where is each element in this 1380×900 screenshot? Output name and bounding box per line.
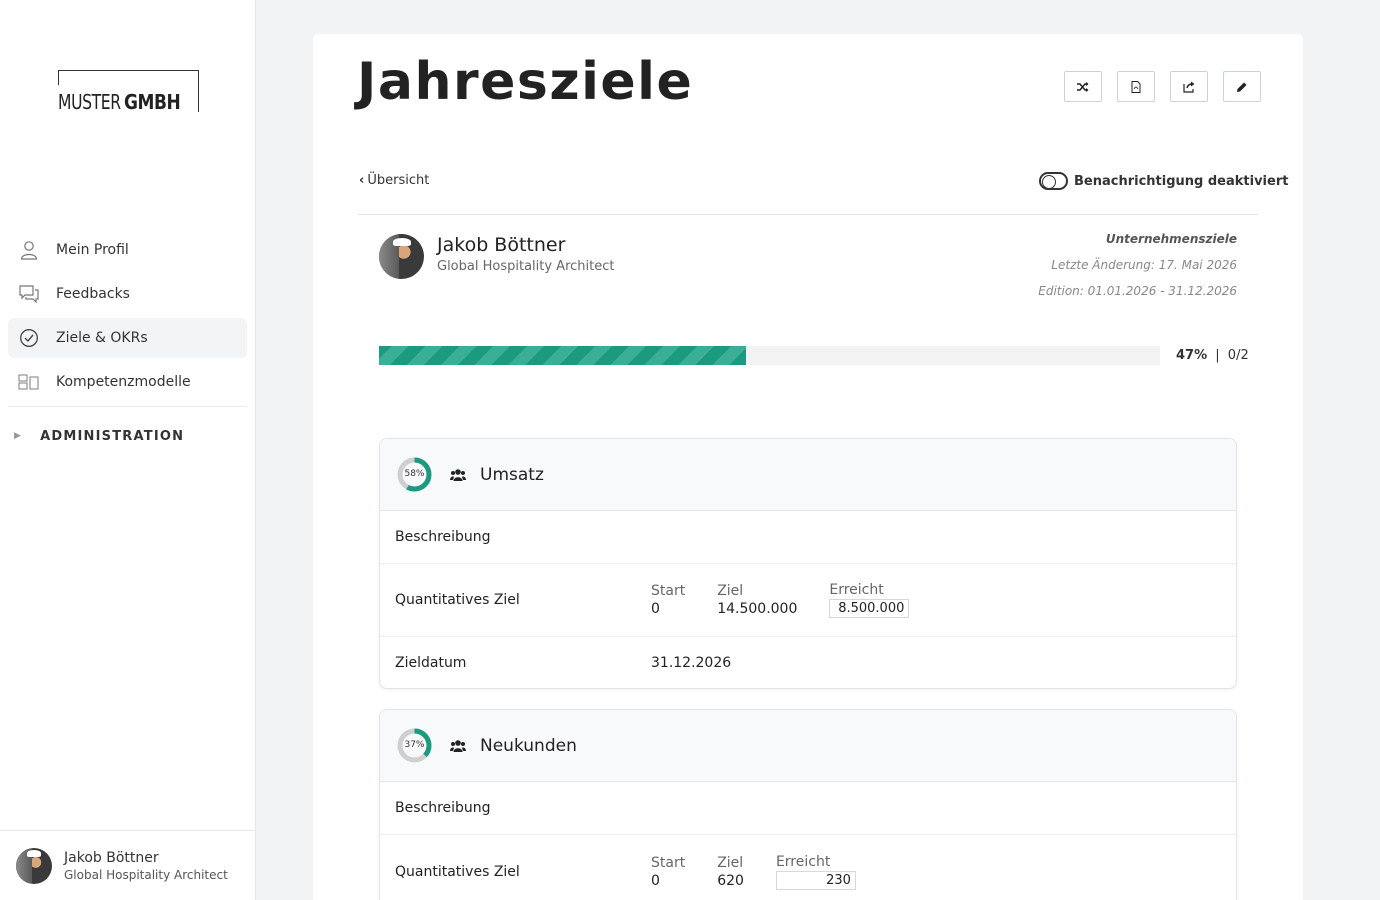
progress-count: 0/2 — [1227, 348, 1249, 363]
sidebar-item-feedbacks[interactable]: Feedbacks — [8, 274, 247, 314]
sidebar-divider — [8, 406, 247, 407]
achieved-column: Erreicht 8.500.000 — [829, 582, 910, 618]
page-title: Jahresziele — [357, 52, 694, 112]
check-circle-icon — [18, 327, 40, 349]
shuffle-button[interactable] — [1064, 71, 1102, 102]
blocks-icon — [18, 371, 40, 393]
achieved-header: Erreicht — [829, 582, 884, 598]
description-row: Beschreibung — [380, 511, 1236, 564]
goal-progress-donut: 37% — [396, 727, 433, 764]
edit-icon — [1237, 82, 1247, 92]
divider — [358, 214, 1258, 215]
goal-header[interactable]: 37% Neukunden — [380, 710, 1236, 782]
admin-label: ADMINISTRATION — [40, 428, 185, 444]
chevron-left-icon: ‹ — [359, 173, 365, 188]
quantitative-row: Quantitatives Ziel Start 0 Ziel 14.500.0… — [380, 564, 1236, 637]
last-change: Letzte Änderung: 17. Mai 2026 — [1051, 258, 1237, 272]
achieved-input[interactable]: 8.500.000 — [829, 599, 910, 618]
main-card: Jahresziele ‹ Übersicht Benachrichtigung … — [313, 34, 1303, 900]
shuffle-icon — [1077, 81, 1089, 92]
edit-button[interactable] — [1223, 71, 1261, 102]
target-value: 620 — [717, 872, 744, 889]
toggle-switch[interactable] — [1039, 172, 1068, 190]
user-name: Jakob Böttner — [64, 849, 159, 866]
chat-icon — [18, 283, 40, 305]
sidebar-item-label: Feedbacks — [56, 286, 130, 302]
edition: Edition: 01.01.2026 - 31.12.2026 — [1038, 284, 1237, 298]
sidebar-user-profile[interactable]: Jakob Böttner Global Hospitality Archite… — [0, 830, 256, 900]
sidebar-section-administration[interactable]: ▶ ADMINISTRATION — [8, 416, 247, 456]
start-header: Start — [651, 583, 686, 599]
users-icon — [450, 739, 466, 752]
sidebar-item-label: Mein Profil — [56, 242, 129, 258]
target-header: Ziel — [717, 583, 744, 599]
quantitative-row: Quantitatives Ziel Start 0 Ziel 620 Erre… — [380, 835, 1236, 900]
quantitative-label: Quantitatives Ziel — [395, 592, 520, 608]
share-icon — [1183, 81, 1195, 93]
avatar — [379, 234, 424, 279]
avatar — [16, 847, 52, 884]
start-column: Start 0 — [651, 583, 685, 617]
logo-text-light: MUSTER — [58, 90, 121, 114]
progress-label: 47% | 0/2 — [1176, 348, 1249, 363]
target-header: Ziel — [717, 854, 744, 871]
users-icon — [450, 468, 466, 481]
goal-progress-donut: 58% — [396, 456, 433, 493]
quantitative-label: Quantitatives Ziel — [395, 863, 520, 880]
notification-label: Benachrichtigung deaktiviert — [1074, 173, 1289, 189]
start-header: Start — [651, 854, 686, 871]
pdf-button[interactable] — [1117, 71, 1155, 102]
pdf-icon — [1131, 80, 1141, 93]
sidebar: MUSTER GMBH Mein Profil Feedbacks Ziele &… — [0, 0, 256, 900]
owner-role: Global Hospitality Architect — [437, 258, 615, 274]
sidebar-item-mein-profil[interactable]: Mein Profil — [8, 230, 247, 270]
target-column: Ziel 620 — [717, 855, 744, 889]
goal-title: Neukunden — [480, 735, 577, 756]
logo-text-bold: GMBH — [124, 90, 181, 114]
goal-percent: 37% — [404, 740, 425, 750]
goal-percent: 58% — [404, 469, 425, 479]
goal-card: 37% Neukunden Beschreibung Quantitatives… — [379, 709, 1237, 900]
goal-meta: Unternehmensziele Letzte Änderung: 17. M… — [1038, 232, 1237, 310]
target-column: Ziel 14.500.000 — [717, 583, 797, 617]
overall-progress-bar — [379, 346, 1160, 365]
date-value: 31.12.2026 — [651, 654, 732, 671]
goal-header[interactable]: 58% Umsatz — [380, 439, 1236, 511]
company-logo[interactable]: MUSTER GMBH — [58, 70, 199, 112]
user-role: Global Hospitality Architect — [64, 867, 228, 882]
sidebar-item-label: Ziele & OKRs — [56, 330, 148, 346]
description-label: Beschreibung — [395, 800, 491, 816]
back-label: Übersicht — [367, 173, 430, 188]
description-label: Beschreibung — [395, 529, 491, 545]
progress-fill — [379, 346, 747, 365]
achieved-column: Erreicht 230 — [775, 853, 856, 890]
achieved-input[interactable]: 230 — [775, 870, 856, 890]
sidebar-item-ziele-okrs[interactable]: Ziele & OKRs — [8, 318, 247, 358]
sidebar-item-label: Kompetenzmodelle — [56, 374, 191, 390]
achieved-header: Erreicht — [775, 853, 831, 870]
description-row: Beschreibung — [380, 782, 1236, 835]
progress-separator: | — [1215, 348, 1220, 363]
user-icon — [18, 239, 40, 261]
notification-toggle[interactable]: Benachrichtigung deaktiviert — [1039, 172, 1288, 190]
start-value: 0 — [651, 601, 660, 617]
target-value: 14.500.000 — [717, 601, 798, 617]
progress-percent: 47% — [1176, 348, 1208, 363]
goal-owner: Jakob Böttner Global Hospitality Archite… — [379, 234, 614, 279]
date-row: Zieldatum 31.12.2026 — [380, 637, 1236, 688]
share-button[interactable] — [1170, 71, 1208, 102]
start-value: 0 — [651, 872, 660, 889]
start-column: Start 0 — [651, 855, 685, 889]
caret-right-icon: ▶ — [14, 431, 23, 441]
owner-name: Jakob Böttner — [437, 233, 566, 256]
sidebar-nav: Mein Profil Feedbacks Ziele & OKRs Kompe… — [8, 230, 247, 456]
sidebar-item-kompetenzmodelle[interactable]: Kompetenzmodelle — [8, 362, 247, 402]
goal-card: 58% Umsatz Beschreibung Quantitatives Zi… — [379, 438, 1237, 689]
toolbar — [1064, 71, 1261, 102]
date-label: Zieldatum — [395, 654, 467, 671]
back-link[interactable]: ‹ Übersicht — [359, 173, 429, 188]
goal-title: Umsatz — [480, 464, 544, 485]
goal-type: Unternehmensziele — [1105, 232, 1237, 246]
